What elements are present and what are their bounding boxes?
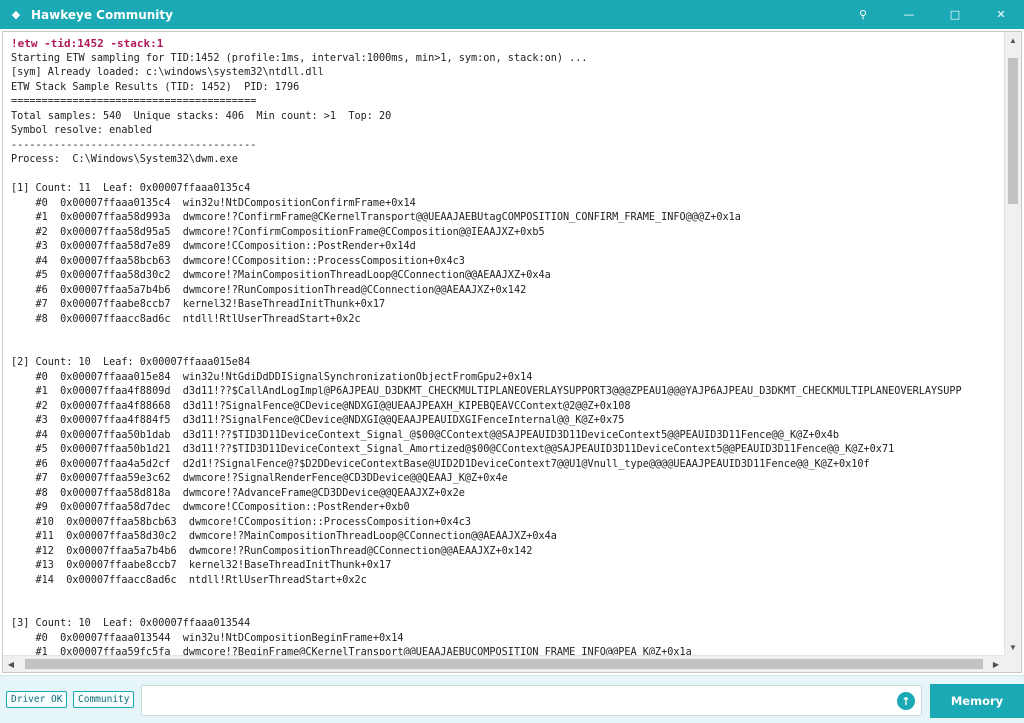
community-badge[interactable]: Community (73, 691, 135, 708)
driver-status-badge[interactable]: Driver OK (6, 691, 68, 708)
console-line: #3 0x00007ffaa58d7e89 dwmcore!CCompositi… (11, 241, 416, 252)
console-line: #5 0x00007ffaa58d30c2 dwmcore!?MainCompo… (11, 270, 551, 281)
console-line: [1] Count: 11 Leaf: 0x00007ffaaa0135c4 (11, 183, 251, 194)
console-line: #12 0x00007ffaa5a7b4b6 dwmcore!?RunCompo… (11, 545, 533, 557)
console-line: #4 0x00007ffaa50b1dab d3d11!??$TID3D11De… (11, 429, 840, 441)
console-line: #8 0x00007ffaacc8ad6c ntdll!RtlUserThrea… (11, 313, 361, 325)
memory-button[interactable]: Memory (930, 684, 1024, 718)
scroll-left-icon[interactable]: ◀ (3, 656, 19, 672)
pin-icon[interactable]: ⚲ (840, 0, 886, 29)
scroll-right-icon[interactable]: ▶ (988, 656, 1004, 672)
console-line: Starting ETW sampling for TID:1452 (prof… (11, 52, 588, 64)
console-line: #1 0x00007ffaa58d993a dwmcore!?ConfirmFr… (11, 212, 741, 223)
console-line: #1 0x00007ffaa4f8809d d3d11!??$CallAndLo… (11, 386, 962, 397)
console-line: Symbol resolve: enabled (11, 125, 153, 136)
diamond-icon: ◆ (11, 9, 21, 21)
horizontal-scroll-thumb[interactable] (25, 659, 983, 669)
console-line: #11 0x00007ffaa58d30c2 dwmcore!?MainComp… (11, 531, 557, 542)
console-line: #1 0x00007ffaa59fc5fa dwmcore!?BeginFram… (11, 647, 692, 655)
console-line: #4 0x00007ffaa58bcb63 dwmcore!CCompositi… (11, 255, 465, 267)
vertical-scroll-thumb[interactable] (1008, 58, 1018, 204)
title-bar: ◆ Hawkeye Community ⚲ — □ ✕ (0, 0, 1024, 29)
console-line: #13 0x00007ffaabe8ccb7 kernel32!BaseThre… (11, 560, 392, 571)
console-line: #3 0x00007ffaa4f884f5 d3d11!?SignalFence… (11, 415, 625, 426)
console-line: #7 0x00007ffaa59e3c62 dwmcore!?SignalRen… (11, 473, 508, 484)
console-line: #14 0x00007ffaacc8ad6c ntdll!RtlUserThre… (11, 574, 367, 586)
console-line: #7 0x00007ffaabe8ccb7 kernel32!BaseThrea… (11, 299, 386, 310)
console-line: #2 0x00007ffaa4f88668 d3d11!?SignalFence… (11, 400, 631, 412)
minimize-button[interactable]: — (886, 0, 932, 29)
console-line: #5 0x00007ffaa50b1d21 d3d11!??$TID3D11De… (11, 444, 895, 455)
console-line: #6 0x00007ffaa5a7b4b6 dwmcore!?RunCompos… (11, 284, 527, 296)
output-console[interactable]: !etw -tid:1452 -stack:1 Starting ETW samp… (2, 31, 1022, 673)
console-line: Total samples: 540 Unique stacks: 406 Mi… (11, 110, 392, 122)
arrow-up-icon[interactable]: ↑ (897, 692, 915, 710)
horizontal-scrollbar[interactable]: ◀ ▶ (3, 655, 1004, 672)
scroll-down-icon[interactable]: ▼ (1005, 639, 1021, 655)
maximize-button[interactable]: □ (932, 0, 978, 29)
close-button[interactable]: ✕ (978, 0, 1024, 29)
console-line: [2] Count: 10 Leaf: 0x00007ffaaa015e84 (11, 357, 251, 368)
console-line: [sym] Already loaded: c:\windows\system3… (11, 67, 324, 78)
console-line: #0 0x00007ffaaa0135c4 win32u!NtDComposit… (11, 197, 416, 209)
console-line: #9 0x00007ffaa58d7dec dwmcore!CCompositi… (11, 502, 410, 513)
scroll-up-icon[interactable]: ▲ (1005, 32, 1021, 48)
console-line: #6 0x00007ffaa4a5d2cf d2d1!?SignalFence@… (11, 458, 870, 470)
command-input[interactable] (141, 685, 922, 716)
console-line: #10 0x00007ffaa58bcb63 dwmcore!CComposit… (11, 516, 472, 528)
console-line: #0 0x00007ffaaa013544 win32u!NtDComposit… (11, 632, 404, 644)
console-line: #8 0x00007ffaa58d818a dwmcore!?AdvanceFr… (11, 487, 465, 499)
console-line: ---------------------------------------- (11, 139, 257, 151)
footer-bar: Driver OK Community ↑ Memory (0, 675, 1024, 723)
vertical-scrollbar[interactable]: ▲ ▼ (1004, 32, 1021, 655)
console-line: Process: C:\Windows\System32\dwm.exe (11, 154, 238, 165)
window-title: Hawkeye Community (31, 7, 173, 22)
command-line: !etw -tid:1452 -stack:1 (11, 37, 164, 50)
console-line: ETW Stack Sample Results (TID: 1452) PID… (11, 81, 300, 93)
console-line: [3] Count: 10 Leaf: 0x00007ffaaa013544 (11, 618, 251, 629)
console-line: #0 0x00007ffaaa015e84 win32u!NtGdiDdDDIS… (11, 371, 533, 383)
scrollbar-corner (1004, 655, 1021, 672)
console-line: ======================================== (11, 96, 257, 107)
window-controls: ⚲ — □ ✕ (840, 0, 1024, 29)
console-text: !etw -tid:1452 -stack:1 Starting ETW samp… (3, 32, 1004, 655)
console-line: #2 0x00007ffaa58d95a5 dwmcore!?ConfirmCo… (11, 226, 545, 238)
